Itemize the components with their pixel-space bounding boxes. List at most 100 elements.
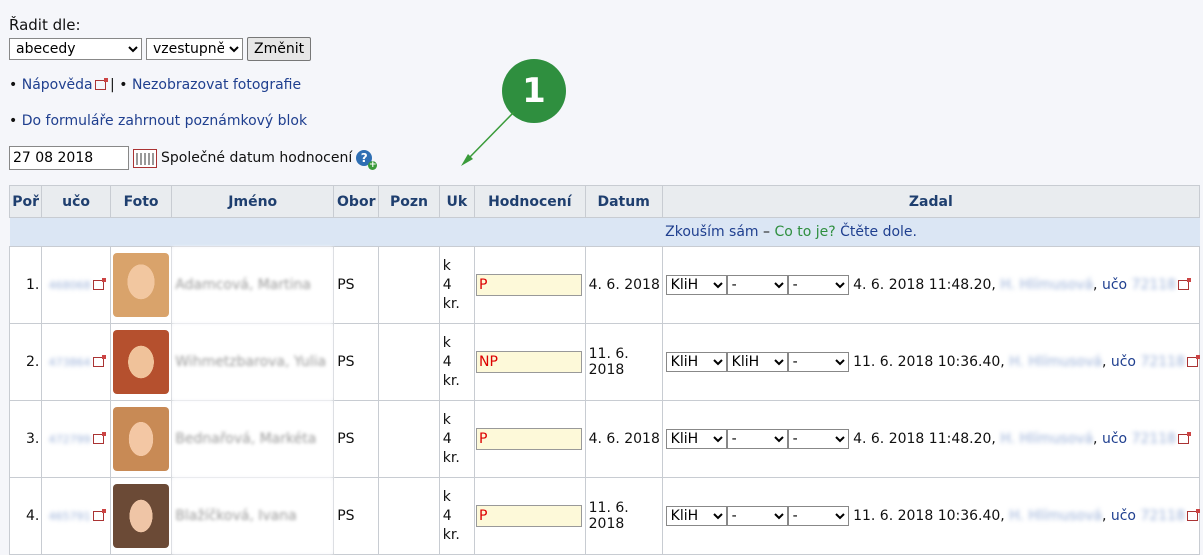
- examiner-select-2[interactable]: -: [726, 429, 788, 449]
- student-name: Bednařová, Markéta: [171, 400, 335, 478]
- uco-label-link[interactable]: učo: [1102, 431, 1127, 447]
- row-number: 4.: [8, 477, 43, 555]
- link-row-2: • Do formuláře zahrnout poznámkový blok: [9, 113, 308, 129]
- col-header-note: Pozn: [378, 185, 440, 218]
- examiner-select-3[interactable]: -: [787, 429, 849, 449]
- examiner-select-3[interactable]: -: [787, 352, 849, 372]
- change-sort-button[interactable]: Změnit: [247, 37, 312, 61]
- note-cell: [378, 400, 440, 478]
- student-uco-link[interactable]: 468068: [49, 279, 91, 292]
- col-header-order[interactable]: Poř: [8, 185, 43, 218]
- photo-cell: [109, 246, 173, 324]
- info-cell: Zkouším sám – Co to je? Čtěte dole.: [662, 217, 1200, 247]
- col-header-date: Datum: [584, 185, 663, 218]
- completion-cell: k4 kr.: [438, 400, 476, 478]
- examiner-select[interactable]: KliH: [665, 275, 727, 295]
- grade-input[interactable]: [476, 274, 583, 296]
- entered-by-uco[interactable]: 72118: [1132, 431, 1177, 447]
- table-row: 1. 468068 Adamcová, Martina PS k4 kr. 4.…: [8, 246, 1201, 324]
- grade-input[interactable]: [476, 351, 583, 373]
- external-link-icon: [92, 432, 106, 444]
- entered-by-uco[interactable]: 72118: [1132, 277, 1177, 293]
- uco-cell: 468068: [41, 246, 111, 324]
- photo-cell: [109, 400, 173, 478]
- link-separator: |: [110, 77, 115, 93]
- external-link-icon: [92, 278, 106, 290]
- examiner-select[interactable]: KliH: [665, 506, 727, 526]
- student-photo: [113, 407, 170, 471]
- student-uco-link[interactable]: 472799: [49, 433, 91, 446]
- uco-cell: 473864: [41, 323, 111, 401]
- uco-label-link[interactable]: učo: [1111, 354, 1136, 370]
- student-photo: [113, 484, 170, 548]
- entered-by-uco[interactable]: 72118: [1140, 354, 1185, 370]
- date-cell: 4. 6. 2018: [584, 400, 663, 478]
- entered-timestamp: 4. 6. 2018 11:48.20,: [853, 277, 996, 293]
- entered-by-cell: KliH - - 4. 6. 2018 11:48.20, H. Hlímusová…: [661, 246, 1201, 324]
- sort-order-select[interactable]: vzestupně: [146, 38, 243, 60]
- examiner-select-2[interactable]: KliH: [726, 352, 788, 372]
- photo-cell: [109, 323, 173, 401]
- student-photo: [113, 330, 170, 394]
- uco-cell: 465791: [41, 477, 111, 555]
- include-notes-link[interactable]: Do formuláře zahrnout poznámkový blok: [22, 113, 307, 129]
- info-row: Zkouším sám – Co to je? Čtěte dole.: [9, 217, 1200, 247]
- grade-input[interactable]: [476, 505, 583, 527]
- col-header-photo: Foto: [109, 185, 173, 218]
- col-header-field: Obor: [333, 185, 380, 218]
- calendar-icon[interactable]: [133, 148, 157, 168]
- field-cell: PS: [333, 323, 380, 401]
- entered-timestamp: 11. 6. 2018 10:36.40,: [853, 508, 1005, 524]
- examiner-select-3[interactable]: -: [787, 506, 849, 526]
- col-header-name[interactable]: Jméno: [171, 185, 335, 218]
- student-name: Adamcová, Martina: [171, 246, 335, 324]
- examiner-select-3[interactable]: -: [787, 275, 849, 295]
- external-link-icon: [1187, 355, 1200, 367]
- field-cell: PS: [333, 246, 380, 324]
- external-link-icon: [1187, 509, 1200, 521]
- callout-badge: 1: [502, 59, 566, 123]
- link-row-1: • Nápověda | • Nezobrazovat fotografie: [9, 77, 302, 93]
- external-link-icon: [1178, 278, 1192, 290]
- entered-by-name: H. Hlímusová: [1009, 354, 1102, 370]
- examiner-select[interactable]: KliH: [665, 352, 727, 372]
- date-cell: 11. 6. 2018: [584, 323, 663, 401]
- examiner-select-2[interactable]: -: [726, 506, 788, 526]
- entered-by-name: H. Hlímusová: [1000, 277, 1094, 293]
- uco-label-link[interactable]: učo: [1102, 277, 1127, 293]
- table-row: 4. 465791 Blažíčková, Ivana PS k4 kr. 11…: [8, 477, 1201, 555]
- examine-myself-link[interactable]: Zkouším sám: [665, 224, 758, 240]
- student-name: Wihmetzbarova, Yulia: [171, 323, 335, 401]
- help-link[interactable]: Nápověda: [22, 77, 93, 93]
- date-cell: 11. 6. 2018: [584, 477, 663, 555]
- what-is-it-link[interactable]: Co to je?: [774, 224, 835, 240]
- grade-cell: [474, 477, 586, 555]
- sort-field-select[interactable]: abecedy: [9, 38, 142, 60]
- entered-timestamp: 11. 6. 2018 10:36.40,: [853, 354, 1005, 370]
- sort-label: Řadit dle:: [9, 16, 81, 34]
- student-uco-link[interactable]: 465791: [49, 510, 91, 523]
- note-cell: [378, 477, 440, 555]
- student-uco-link[interactable]: 473864: [49, 356, 91, 369]
- date-cell: 4. 6. 2018: [584, 246, 663, 324]
- entered-by-uco[interactable]: 72118: [1140, 508, 1185, 524]
- examiner-select-2[interactable]: -: [726, 275, 788, 295]
- plus-icon: +: [368, 160, 378, 170]
- uco-label-link[interactable]: učo: [1111, 508, 1136, 524]
- note-cell: [378, 246, 440, 324]
- hide-photos-link[interactable]: Nezobrazovat fotografie: [132, 77, 301, 93]
- grade-input[interactable]: [476, 428, 583, 450]
- col-header-uco[interactable]: učo: [41, 185, 111, 218]
- student-name: Blažíčková, Ivana: [171, 477, 335, 555]
- common-date-label: Společné datum hodnocení: [161, 150, 353, 166]
- read-below-link[interactable]: Čtěte dole.: [836, 224, 917, 240]
- grade-cell: [474, 400, 586, 478]
- help-icon[interactable]: ? +: [356, 150, 378, 170]
- entered-by-cell: KliH - - 11. 6. 2018 10:36.40, H. Hlímusov…: [661, 477, 1201, 555]
- photo-cell: [109, 477, 173, 555]
- examiner-select[interactable]: KliH: [665, 429, 727, 449]
- col-header-completion: Uk: [438, 185, 476, 218]
- row-number: 3.: [8, 400, 43, 478]
- field-cell: PS: [333, 477, 380, 555]
- common-date-input[interactable]: [9, 146, 129, 170]
